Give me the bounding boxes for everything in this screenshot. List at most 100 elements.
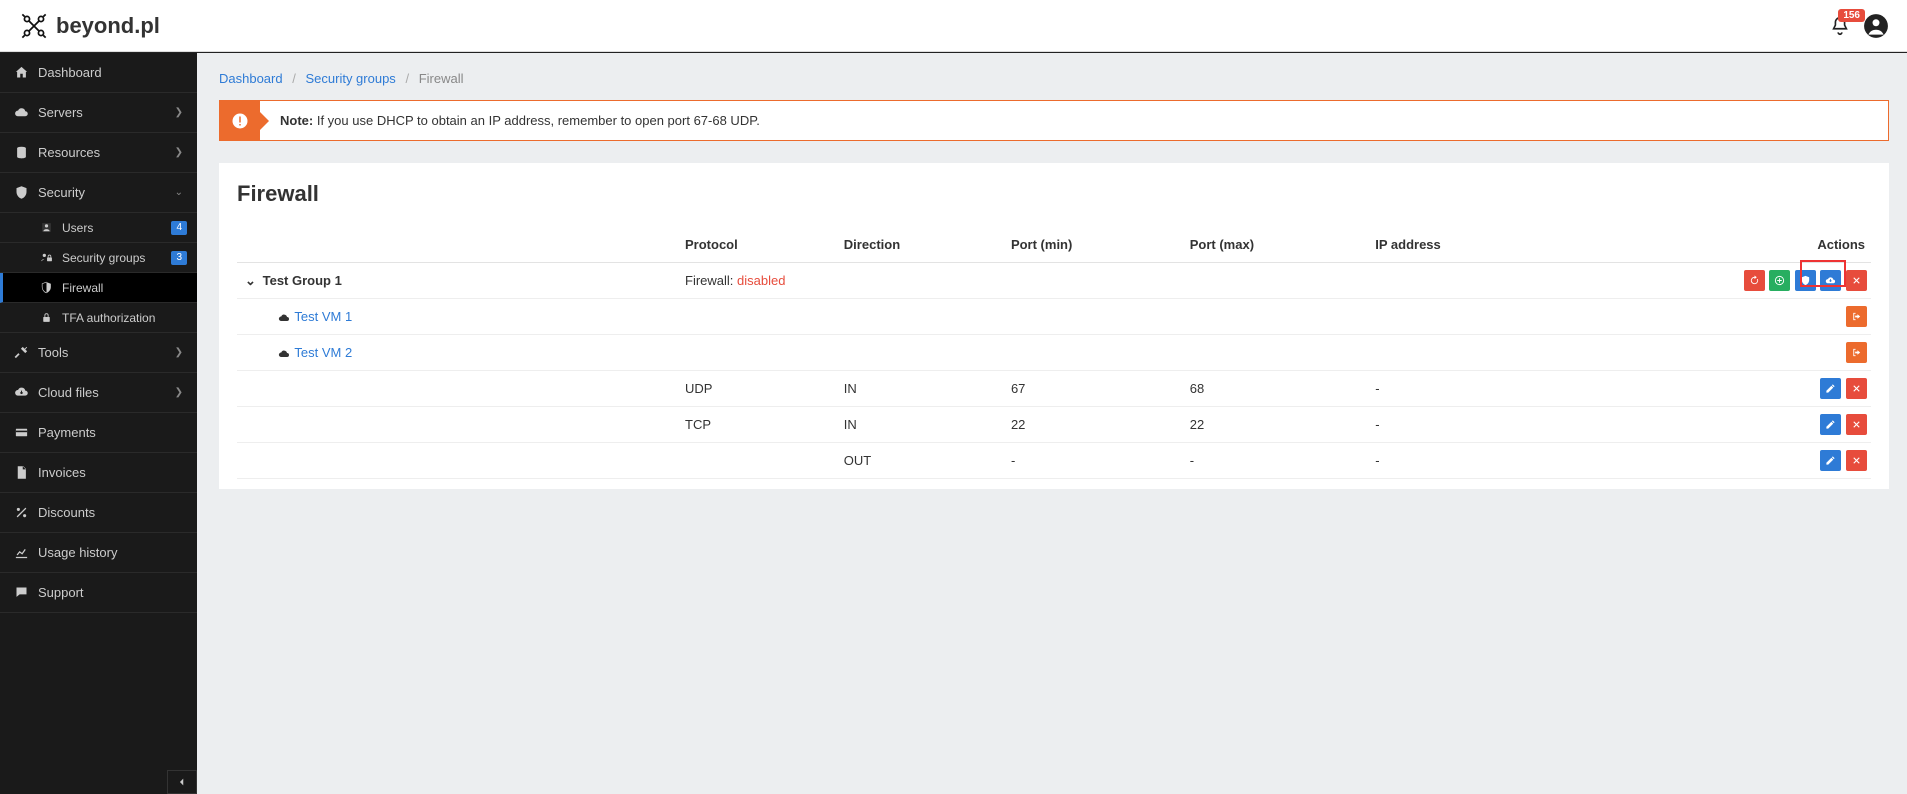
sidebar-item-label: Support (38, 585, 84, 600)
breadcrumb-link-security-groups[interactable]: Security groups (305, 71, 395, 86)
count-badge: 3 (171, 251, 187, 265)
vm-link[interactable]: Test VM 1 (294, 309, 352, 324)
sidebar-item-label: Dashboard (38, 65, 102, 80)
pencil-icon (1825, 383, 1836, 394)
col-pmin: Port (min) (1003, 227, 1182, 263)
delete-rule-button[interactable] (1846, 414, 1867, 435)
pencil-icon (1825, 419, 1836, 430)
users-icon (40, 221, 53, 234)
rule-ip: - (1367, 371, 1555, 407)
sidebar-item-invoices[interactable]: Invoices (0, 453, 197, 493)
rule-pmin: 67 (1003, 371, 1182, 407)
chevron-right-icon: ❯ (175, 347, 183, 358)
notification-count: 156 (1838, 9, 1865, 22)
alert-note: Note: If you use DHCP to obtain an IP ad… (219, 100, 1889, 141)
shield-action-button[interactable] (1795, 270, 1816, 291)
edit-rule-button[interactable] (1820, 414, 1841, 435)
sidebar-item-cloud-files[interactable]: Cloud files ❯ (0, 373, 197, 413)
breadcrumb-current: Firewall (419, 71, 464, 86)
cloud-icon (14, 105, 29, 120)
sidebar-item-firewall[interactable]: Firewall (0, 273, 197, 303)
notifications-button[interactable]: 156 (1829, 15, 1851, 37)
group-row[interactable]: ⌄ Test Group 1 Firewall: disabled (237, 263, 1871, 299)
col-ip: IP address (1367, 227, 1555, 263)
sidebar-item-label: Resources (38, 145, 100, 160)
col-protocol: Protocol (677, 227, 836, 263)
vm-out-button[interactable] (1846, 342, 1867, 363)
logout-icon (1851, 347, 1862, 358)
sidebar-item-discounts[interactable]: Discounts (0, 493, 197, 533)
delete-group-button[interactable] (1846, 270, 1867, 291)
rule-pmin: 22 (1003, 407, 1182, 443)
sidebar-item-usage[interactable]: Usage history (0, 533, 197, 573)
brand-text: beyond.pl (56, 13, 160, 39)
chat-icon (14, 585, 29, 600)
rule-pmax: - (1182, 443, 1368, 479)
sidebar-item-support[interactable]: Support (0, 573, 197, 613)
percent-icon (14, 505, 29, 520)
database-icon (14, 145, 29, 160)
file-icon (14, 465, 29, 480)
sidebar-item-label: Discounts (38, 505, 95, 520)
close-icon (1851, 275, 1862, 286)
alert-message: If you use DHCP to obtain an IP address,… (317, 113, 760, 128)
vm-out-button[interactable] (1846, 306, 1867, 327)
sidebar-item-label: Security (38, 185, 85, 200)
rule-row: TCP IN 22 22 - (237, 407, 1871, 443)
download-button[interactable] (1820, 270, 1841, 291)
rule-ip: - (1367, 443, 1555, 479)
breadcrumb-link-dashboard[interactable]: Dashboard (219, 71, 283, 86)
sidebar-item-payments[interactable]: Payments (0, 413, 197, 453)
cloud-download-icon (1825, 275, 1836, 286)
col-actions: Actions (1556, 227, 1871, 263)
logout-icon (1851, 311, 1862, 322)
shield-half-icon (40, 281, 53, 294)
chevron-right-icon: ❯ (175, 107, 183, 118)
sidebar-item-label: Payments (38, 425, 96, 440)
sidebar-item-tfa[interactable]: TFA authorization (0, 303, 197, 333)
sidebar-item-dashboard[interactable]: Dashboard (0, 53, 197, 93)
group-name: Test Group 1 (263, 273, 342, 288)
chevron-right-icon: ❯ (175, 147, 183, 158)
firewall-label: Firewall: (685, 273, 737, 288)
close-icon (1851, 419, 1862, 430)
main-content: Dashboard / Security groups / Firewall N… (197, 53, 1907, 794)
brand-logo[interactable]: beyond.pl (20, 12, 160, 40)
count-badge: 4 (171, 221, 187, 235)
firewall-status: disabled (737, 273, 785, 288)
add-rule-button[interactable] (1769, 270, 1790, 291)
sidebar-item-users[interactable]: Users 4 (0, 213, 197, 243)
delete-rule-button[interactable] (1846, 450, 1867, 471)
chart-line-icon (14, 545, 29, 560)
edit-rule-button[interactable] (1820, 378, 1841, 399)
edit-rule-button[interactable] (1820, 450, 1841, 471)
cloud-icon (277, 312, 291, 324)
sidebar-item-security-groups[interactable]: Security groups 3 (0, 243, 197, 273)
sidebar-item-tools[interactable]: Tools ❯ (0, 333, 197, 373)
rule-direction: IN (836, 371, 1003, 407)
refresh-button[interactable] (1744, 270, 1765, 291)
refresh-icon (1749, 275, 1760, 286)
chevron-right-icon: ❯ (175, 387, 183, 398)
user-avatar[interactable] (1863, 13, 1889, 39)
firewall-card: Firewall Protocol Direction Port (min) P… (219, 163, 1889, 489)
pencil-icon (1825, 455, 1836, 466)
delete-rule-button[interactable] (1846, 378, 1867, 399)
col-pmax: Port (max) (1182, 227, 1368, 263)
close-icon (1851, 383, 1862, 394)
sidebar-collapse-button[interactable] (167, 770, 197, 794)
rule-direction: OUT (836, 443, 1003, 479)
group-lock-icon (40, 251, 53, 264)
sidebar-item-servers[interactable]: Servers ❯ (0, 93, 197, 133)
rule-pmax: 22 (1182, 407, 1368, 443)
chevron-down-icon: ⌄ (175, 187, 183, 198)
sidebar-item-label: Security groups (62, 251, 145, 265)
topbar: beyond.pl 156 (0, 0, 1907, 52)
lock-icon (40, 311, 53, 324)
home-icon (14, 65, 29, 80)
vm-link[interactable]: Test VM 2 (294, 345, 352, 360)
sidebar-item-security[interactable]: Security ⌄ (0, 173, 197, 213)
rule-pmax: 68 (1182, 371, 1368, 407)
col-direction: Direction (836, 227, 1003, 263)
sidebar-item-resources[interactable]: Resources ❯ (0, 133, 197, 173)
